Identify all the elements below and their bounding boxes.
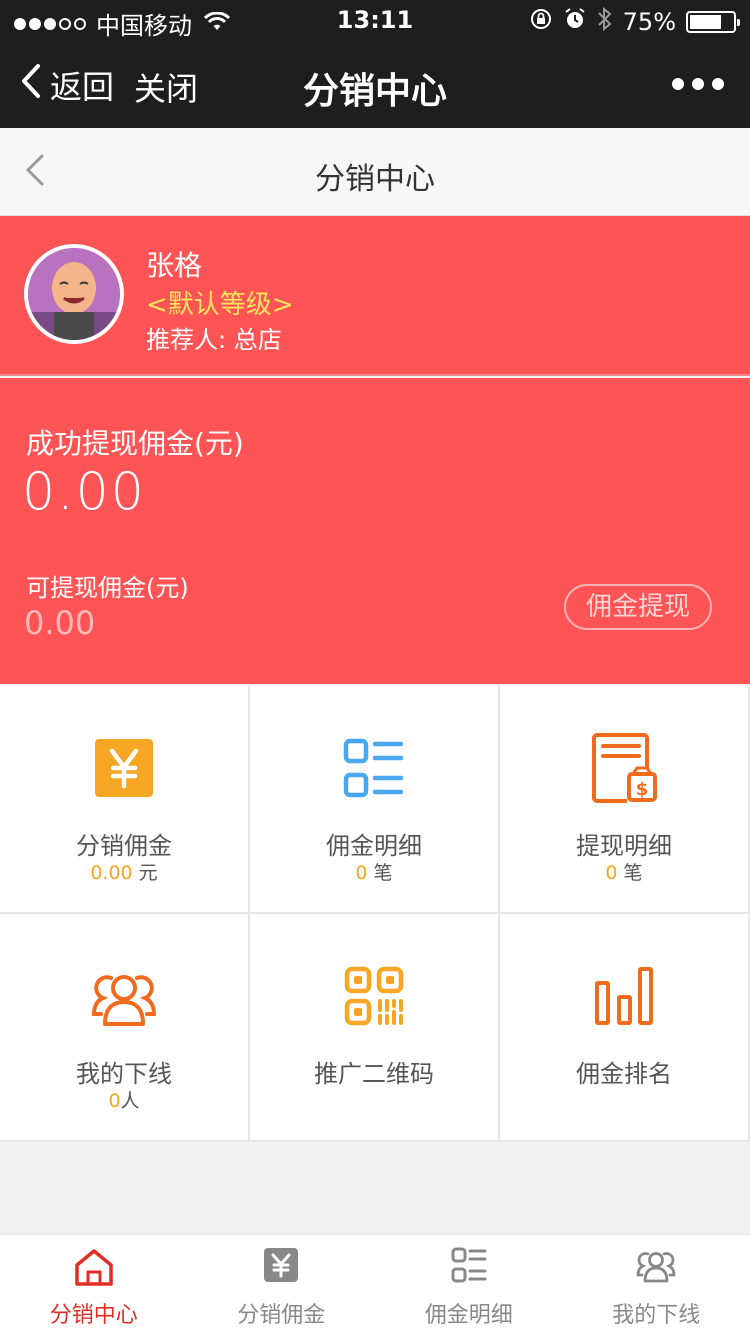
- bluetooth-icon: [597, 6, 613, 38]
- battery-percent: 75%: [622, 8, 676, 36]
- grid-item-sub: 0 笔: [250, 858, 498, 885]
- page: 中国移动 13:11 75% 返回 关闭 分销中心 分销中心 张格 <默认等级>…: [0, 0, 750, 1334]
- profile-section: 张格 <默认等级> 推荐人: 总店: [0, 216, 750, 376]
- tab-distribution-center[interactable]: 分销中心: [0, 1235, 188, 1334]
- svg-text:$: $: [636, 779, 649, 800]
- status-bar: 中国移动 13:11 75%: [0, 0, 750, 40]
- grid-item-distribution-commission[interactable]: 分销佣金 0.00 元: [0, 686, 248, 912]
- list-icon: [250, 738, 498, 800]
- wechat-title: 分销中心: [302, 71, 447, 112]
- tab-commission-detail[interactable]: 佣金明细: [375, 1235, 563, 1334]
- tab-label: 我的下线: [612, 1303, 701, 1328]
- qrcode-icon: [250, 966, 498, 1028]
- grid-item-label: 分销佣金: [76, 832, 172, 860]
- home-icon: [0, 1247, 188, 1287]
- user-level: <默认等级>: [146, 290, 294, 320]
- more-options-icon[interactable]: [672, 78, 724, 90]
- grid-item-promo-qrcode[interactable]: 推广二维码: [250, 914, 498, 1140]
- team-icon: [0, 966, 248, 1028]
- tab-label: 佣金明细: [424, 1303, 513, 1328]
- grid-item-sub: 0人: [0, 1086, 248, 1113]
- ranking-icon: [500, 966, 748, 1028]
- grid-item-unit: 笔: [367, 862, 393, 884]
- grid-item-unit: 元: [132, 862, 158, 884]
- grid-item-label: 佣金排名: [576, 1060, 672, 1088]
- grid-item-commission-detail[interactable]: 佣金明细 0 笔: [250, 686, 498, 912]
- grid-item-value: 0: [355, 862, 368, 884]
- referrer-text: 推荐人: 总店: [146, 326, 282, 354]
- grid-item-withdraw-detail[interactable]: $ 提现明细 0 笔: [500, 686, 748, 912]
- tab-label: 分销中心: [49, 1303, 138, 1328]
- yen-icon: [0, 738, 248, 800]
- grid-item-my-downline[interactable]: 我的下线 0人: [0, 914, 248, 1140]
- withdrawn-commission-value: 0.00: [22, 462, 146, 522]
- tab-my-downline[interactable]: 我的下线: [563, 1235, 750, 1334]
- withdraw-button[interactable]: 佣金提现: [564, 584, 712, 630]
- withdrawn-commission-label: 成功提现佣金(元): [26, 427, 244, 460]
- list-icon: [375, 1247, 563, 1283]
- tab-label: 分销佣金: [237, 1303, 326, 1328]
- commission-section: 成功提现佣金(元) 0.00 可提现佣金(元) 0.00 佣金提现: [0, 378, 750, 684]
- available-commission-value: 0.00: [24, 604, 96, 642]
- grid-item-commission-ranking[interactable]: 佣金排名: [500, 914, 748, 1140]
- grid-item-label: 推广二维码: [314, 1060, 434, 1088]
- alarm-icon: [563, 7, 587, 37]
- grid-item-value: 0.00: [90, 862, 133, 884]
- battery-fill: [690, 15, 721, 29]
- grid-item-label: 提现明细: [576, 832, 672, 860]
- tab-distribution-commission[interactable]: 分销佣金: [188, 1235, 376, 1334]
- grid-item-label: 我的下线: [76, 1060, 172, 1088]
- orientation-lock-icon: [529, 7, 553, 37]
- wechat-nav-bar: 返回 关闭 分销中心: [0, 40, 750, 128]
- yen-icon: [188, 1247, 376, 1283]
- team-icon: [563, 1247, 750, 1283]
- page-title: 分销中心: [315, 162, 435, 197]
- user-name: 张格: [146, 249, 203, 282]
- grid-item-label: 佣金明细: [326, 832, 422, 860]
- page-header: 分销中心: [0, 128, 750, 216]
- grid-item-unit: 人: [120, 1090, 140, 1112]
- available-commission-label: 可提现佣金(元): [26, 574, 189, 602]
- avatar: [24, 244, 124, 344]
- withdraw-record-icon: $: [500, 732, 748, 804]
- grid-item-value: 0: [108, 1090, 121, 1112]
- grid-item-value: 0: [605, 862, 618, 884]
- battery-icon: [686, 11, 740, 33]
- grid-item-sub: 0.00 元: [0, 858, 248, 885]
- grid-item-sub: 0 笔: [500, 858, 748, 885]
- grid-item-unit: 笔: [617, 862, 643, 884]
- menu-grid: 分销佣金 0.00 元 佣金明细 0 笔 $ 提现明细 0 笔 我的下线 0人: [0, 686, 750, 1142]
- status-right: 75%: [529, 6, 740, 38]
- bottom-tab-bar: 分销中心 分销佣金 佣金明细 我的下线: [0, 1234, 750, 1334]
